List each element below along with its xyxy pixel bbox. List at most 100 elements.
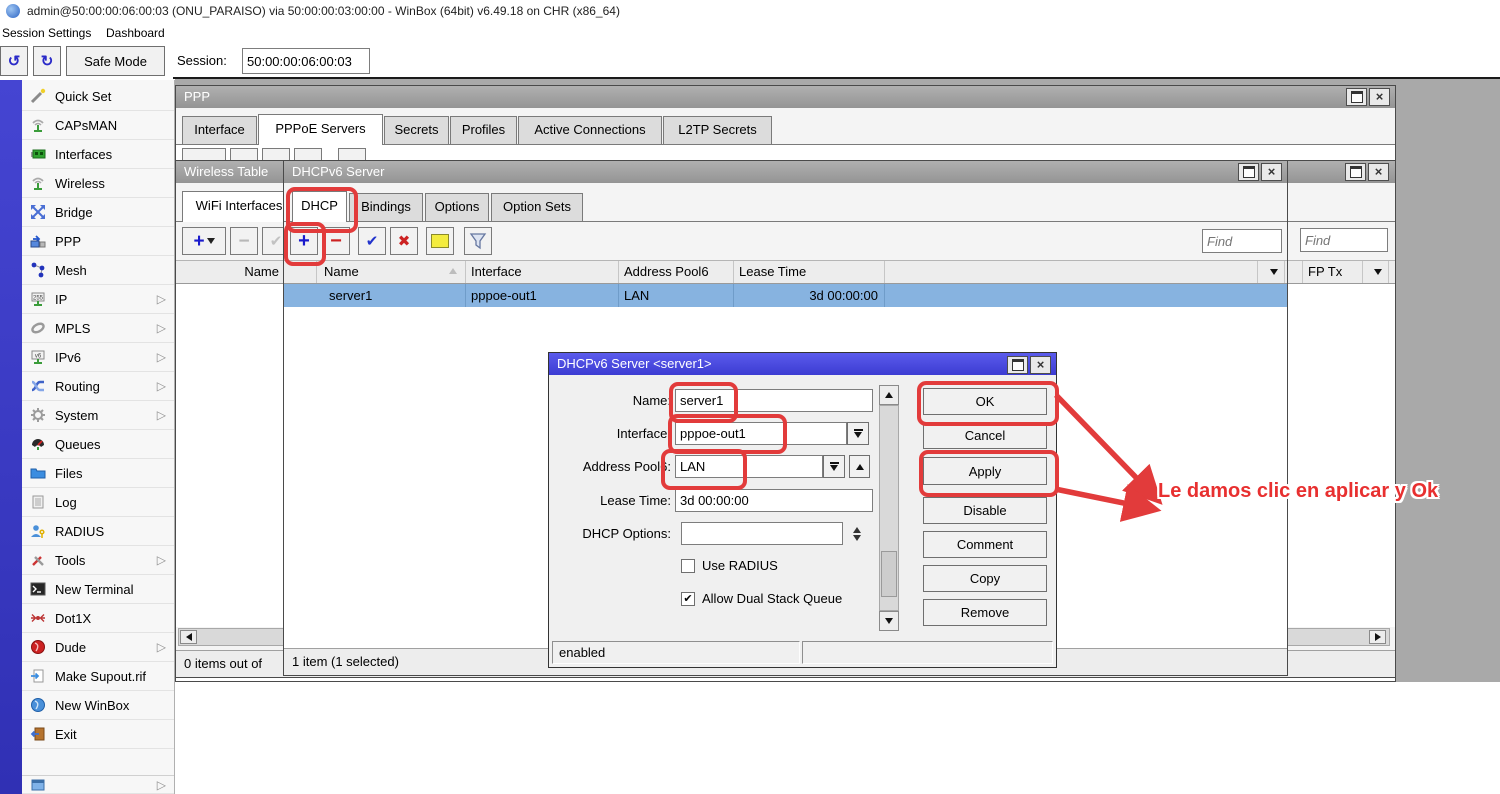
column-header-name[interactable]: Name	[317, 261, 466, 283]
sidebar-item-radius[interactable]: RADIUS	[22, 517, 175, 546]
maximize-button[interactable]	[1007, 356, 1028, 374]
address-pool-up-button[interactable]	[849, 455, 870, 478]
tab-option-sets[interactable]: Option Sets	[491, 193, 583, 221]
enable-button[interactable]: ✔	[358, 227, 386, 255]
sidebar-item-partial[interactable]: ▷	[22, 775, 175, 794]
sidebar-item-wireless[interactable]: Wireless	[22, 169, 175, 198]
dhcpv6-find-input[interactable]	[1202, 229, 1282, 253]
close-button[interactable]: ×	[1368, 163, 1389, 181]
dhcp-options-field[interactable]	[681, 522, 843, 545]
tab-secrets[interactable]: Secrets	[384, 116, 449, 144]
tab-l2tp-secrets[interactable]: L2TP Secrets	[663, 116, 772, 144]
disable-button[interactable]: ✖	[390, 227, 418, 255]
close-button[interactable]: ×	[1369, 88, 1390, 106]
remove-button[interactable]: −	[322, 227, 350, 255]
tab-wifi-interfaces[interactable]: WiFi Interfaces	[182, 191, 296, 222]
address-pool-field[interactable]	[675, 455, 823, 478]
sidebar-item-routing[interactable]: Routing ▷	[22, 372, 175, 401]
sidebar-item-mesh[interactable]: Mesh	[22, 256, 175, 285]
sidebar-item-system[interactable]: System ▷	[22, 401, 175, 430]
column-header-address-pool6[interactable]: Address Pool6	[619, 261, 734, 283]
column-picker-button[interactable]	[1363, 261, 1389, 283]
sidebar-item-dude[interactable]: Dude ▷	[22, 633, 175, 662]
sidebar-item-bridge[interactable]: Bridge	[22, 198, 175, 227]
sidebar-item-mpls[interactable]: MPLS ▷	[22, 314, 175, 343]
menu-settings[interactable]: Settings	[48, 22, 91, 44]
sidebar-item-dot1x[interactable]: Dot1X	[22, 604, 175, 633]
sidebar-item-exit[interactable]: Exit	[22, 720, 175, 749]
sidebar-item-ipv6[interactable]: v6 IPv6 ▷	[22, 343, 175, 372]
dialog-titlebar[interactable]: DHCPv6 Server <server1>	[549, 353, 1056, 375]
tab-active-connections[interactable]: Active Connections	[518, 116, 662, 144]
apply-button[interactable]: Apply	[923, 457, 1047, 485]
dropdown-icon	[854, 429, 863, 438]
add-dropdown-button[interactable]: +	[182, 227, 226, 255]
sidebar-item-log[interactable]: Log	[22, 488, 175, 517]
mpls-icon	[29, 320, 47, 336]
tab-profiles[interactable]: Profiles	[450, 116, 517, 144]
dual-stack-checkbox[interactable]: ✔	[681, 592, 695, 606]
sidebar-item-quick-set[interactable]: Quick Set	[22, 82, 175, 111]
filter-button[interactable]	[464, 227, 492, 255]
interface-dropdown-button[interactable]	[847, 422, 869, 445]
sidebar-item-make-supout[interactable]: Make Supout.rif	[22, 662, 175, 691]
tab-bindings[interactable]: Bindings	[349, 193, 423, 221]
menu-session[interactable]: Session	[2, 22, 45, 44]
maximize-button[interactable]	[1345, 163, 1366, 181]
sidebar-item-ppp[interactable]: PPP	[22, 227, 175, 256]
remove-button-disabled[interactable]: −	[230, 227, 258, 255]
dialog-scroll-up-button[interactable]	[879, 385, 899, 405]
dialog-scrollbar-thumb[interactable]	[881, 551, 897, 597]
column-header-lease-time[interactable]: Lease Time	[734, 261, 885, 283]
tab-options[interactable]: Options	[425, 193, 489, 221]
add-button[interactable]: +	[290, 227, 318, 255]
maximize-button[interactable]	[1346, 88, 1367, 106]
maximize-button[interactable]	[1238, 163, 1259, 181]
sidebar-item-new-winbox[interactable]: New WinBox	[22, 691, 175, 720]
undo-button[interactable]: ↺	[0, 46, 28, 76]
close-button[interactable]: ×	[1030, 356, 1051, 374]
session-input[interactable]	[242, 48, 370, 74]
table-row-selected[interactable]: server1 pppoe-out1 LAN 3d 00:00:00	[284, 284, 1287, 307]
ok-button[interactable]: OK	[923, 388, 1047, 415]
lease-time-field[interactable]	[675, 489, 873, 512]
supout-file-icon	[29, 668, 47, 684]
address-pool-dropdown-button[interactable]	[823, 455, 845, 478]
redo-button[interactable]: ↻	[33, 46, 61, 76]
comment-button[interactable]	[426, 227, 454, 255]
interface-field[interactable]	[675, 422, 847, 445]
sidebar-item-ip[interactable]: 255 IP ▷	[22, 285, 175, 314]
close-button[interactable]: ×	[1261, 163, 1282, 181]
dhcpv6-window-titlebar[interactable]: DHCPv6 Server	[284, 161, 1287, 183]
sidebar-item-interfaces[interactable]: Interfaces	[22, 140, 175, 169]
comment-button[interactable]: Comment	[923, 531, 1047, 558]
sidebar-item-queues[interactable]: Queues	[22, 430, 175, 459]
column-header-interface[interactable]: Interface	[466, 261, 619, 283]
copy-button[interactable]: Copy	[923, 565, 1047, 592]
safe-mode-button[interactable]: Safe Mode	[66, 46, 165, 76]
wireless-find-input[interactable]	[1300, 228, 1388, 252]
ppp-window-titlebar[interactable]: PPP	[176, 86, 1395, 108]
sidebar-item-files[interactable]: Files	[22, 459, 175, 488]
menu-dashboard[interactable]: Dashboard	[106, 22, 165, 44]
maximize-icon	[1012, 359, 1024, 371]
sidebar-item-new-terminal[interactable]: New Terminal	[22, 575, 175, 604]
remove-button[interactable]: Remove	[923, 599, 1047, 626]
sidebar-item-capsman[interactable]: CAPsMAN	[22, 111, 175, 140]
tab-dhcp[interactable]: DHCP	[292, 191, 347, 222]
column-picker-button[interactable]	[1257, 261, 1285, 283]
dhcpv6-window-title: DHCPv6 Server	[292, 164, 384, 179]
tab-pppoe-servers[interactable]: PPPoE Servers	[258, 114, 383, 145]
use-radius-checkbox[interactable]	[681, 559, 695, 573]
cancel-button[interactable]: Cancel	[923, 422, 1047, 449]
name-field[interactable]	[675, 389, 873, 412]
dialog-scroll-down-button[interactable]	[879, 611, 899, 631]
sidebar-item-tools[interactable]: Tools ▷	[22, 546, 175, 575]
dhcp-options-spinner[interactable]	[848, 522, 866, 545]
column-header-fp-tx[interactable]: FP Tx	[1303, 261, 1363, 283]
scroll-right-button[interactable]	[1369, 630, 1386, 644]
column-header-name[interactable]: Name	[176, 261, 284, 283]
disable-button[interactable]: Disable	[923, 497, 1047, 524]
scroll-left-button[interactable]	[180, 630, 197, 644]
tab-interface[interactable]: Interface	[182, 116, 257, 144]
